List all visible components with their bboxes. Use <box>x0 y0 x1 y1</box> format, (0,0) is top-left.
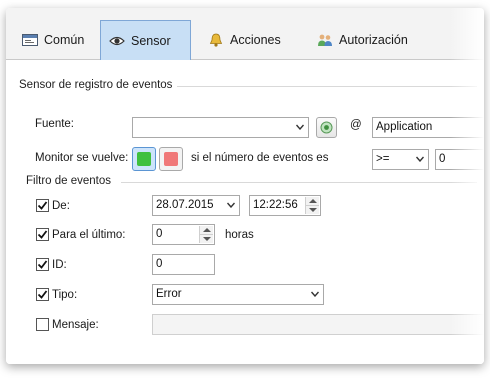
date-picker[interactable]: 28.07.2015 <box>152 195 240 216</box>
sensor-settings-dialog: Común Sensor Acciones Autorización Senso… <box>6 8 484 364</box>
type-label: Tipo: <box>52 289 78 301</box>
operator-value: >= <box>376 153 390 165</box>
tab-comun[interactable]: Común <box>14 20 100 60</box>
tab-sensor[interactable]: Sensor <box>100 20 191 60</box>
log-name-field[interactable]: Application <box>372 117 484 138</box>
refresh-icon <box>320 121 333 134</box>
tab-comun-label: Común <box>44 33 85 47</box>
chevron-down-icon <box>227 202 235 208</box>
filter-group-title: Filtro de eventos <box>26 175 112 187</box>
last-period-checkbox[interactable] <box>36 228 49 241</box>
date-label: De: <box>52 200 70 212</box>
sensor-panel: Sensor de registro de eventos Fuente: @ … <box>6 61 484 364</box>
green-state-button[interactable] <box>132 147 156 171</box>
id-label: ID: <box>52 259 67 271</box>
message-field[interactable] <box>152 314 484 335</box>
sensor-group-title: Sensor de registro de eventos <box>19 79 173 91</box>
tab-sensor-label: Sensor <box>131 33 171 48</box>
eye-icon <box>109 34 125 48</box>
green-swatch <box>137 152 151 166</box>
date-value: 28.07.2015 <box>156 199 214 211</box>
checkmark-icon <box>37 230 48 239</box>
type-value: Error <box>156 288 182 300</box>
window-icon <box>22 33 38 47</box>
chevron-down-icon <box>296 124 304 130</box>
source-label: Fuente: <box>35 118 74 130</box>
type-select[interactable]: Error <box>152 284 324 305</box>
checkmark-icon <box>37 290 48 299</box>
last-period-spin-buttons[interactable] <box>199 226 213 243</box>
monitor-label: Monitor se vuelve: <box>35 152 129 164</box>
chevron-down-icon <box>311 291 319 297</box>
time-spin-buttons[interactable] <box>305 197 319 214</box>
checkmark-icon <box>37 201 48 210</box>
operator-select[interactable]: >= <box>372 149 429 170</box>
type-checkbox[interactable] <box>36 288 49 301</box>
id-checkbox[interactable] <box>36 258 49 271</box>
id-value: 0 <box>156 258 163 270</box>
time-spinner[interactable]: 12:22:56 <box>249 195 321 216</box>
filter-group-divider <box>121 182 477 183</box>
chevron-down-icon <box>416 156 424 162</box>
users-icon <box>317 33 333 47</box>
checkmark-icon <box>37 260 48 269</box>
tab-autorizacion[interactable]: Autorización <box>309 20 419 60</box>
hours-label: horas <box>225 229 254 241</box>
red-state-button[interactable] <box>159 147 183 171</box>
tab-autorizacion-label: Autorización <box>339 33 408 47</box>
condition-text: si el número de eventos es <box>191 152 329 164</box>
message-checkbox[interactable] <box>36 318 49 331</box>
event-count-value: 0 <box>439 153 446 165</box>
log-name-value: Application <box>376 121 433 133</box>
red-swatch <box>164 152 178 166</box>
source-combobox[interactable] <box>132 117 309 138</box>
tab-acciones[interactable]: Acciones <box>200 20 300 60</box>
last-period-label: Para el último: <box>52 229 126 241</box>
refresh-sources-button[interactable] <box>316 117 337 138</box>
id-field[interactable]: 0 <box>152 254 215 275</box>
last-period-value: 0 <box>156 228 163 240</box>
tab-acciones-label: Acciones <box>230 33 281 47</box>
at-symbol: @ <box>350 119 362 131</box>
tab-bar: Común Sensor Acciones Autorización <box>6 8 484 60</box>
sensor-group-divider <box>177 86 477 87</box>
date-checkbox[interactable] <box>36 199 49 212</box>
event-count-field[interactable]: 0 <box>435 149 484 170</box>
time-value: 12:22:56 <box>253 199 298 211</box>
bell-icon <box>208 33 224 47</box>
last-period-spinner[interactable]: 0 <box>152 224 215 245</box>
message-label: Mensaje: <box>52 319 99 331</box>
